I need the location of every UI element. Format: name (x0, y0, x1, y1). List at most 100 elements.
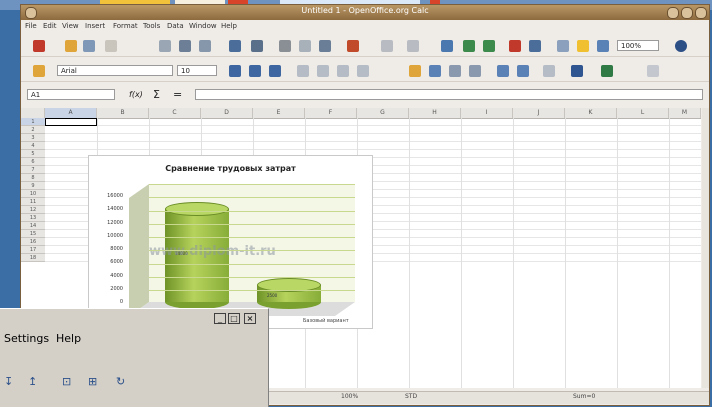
zoom-status[interactable]: 100% (341, 393, 358, 400)
gallery-icon[interactable] (597, 40, 609, 52)
vertical-scrollbar[interactable] (702, 108, 709, 388)
row-header[interactable]: 18 (21, 254, 45, 262)
format-paintbrush-icon[interactable] (347, 40, 359, 52)
select-icon[interactable]: ⊡ (62, 375, 80, 393)
row-header[interactable]: 9 (21, 182, 45, 190)
autospell-icon[interactable] (251, 40, 263, 52)
column-header[interactable]: E (253, 108, 305, 118)
show-draw-functions-icon[interactable] (529, 40, 541, 52)
align-center-icon[interactable] (317, 65, 329, 77)
column-header[interactable]: C (149, 108, 201, 118)
close-icon[interactable] (695, 7, 707, 19)
menu-help[interactable]: Help (56, 332, 81, 345)
standard-format-icon[interactable] (449, 65, 461, 77)
cut-icon[interactable] (279, 40, 291, 52)
maximize-button[interactable]: □ (228, 313, 240, 324)
row-header[interactable]: 13 (21, 214, 45, 222)
row-header[interactable]: 15 (21, 230, 45, 238)
hyperlink-icon[interactable] (441, 40, 453, 52)
toolbar-options-icon[interactable] (647, 65, 659, 77)
row-header[interactable]: 16 (21, 238, 45, 246)
redo-icon[interactable] (407, 40, 419, 52)
row-header[interactable]: 6 (21, 158, 45, 166)
zoom-select[interactable]: 100% (617, 40, 659, 51)
row-header[interactable]: 11 (21, 198, 45, 206)
open-icon[interactable] (65, 40, 77, 52)
row-header[interactable]: 14 (21, 222, 45, 230)
row-header[interactable]: 12 (21, 206, 45, 214)
undo-icon[interactable] (381, 40, 393, 52)
row-header[interactable]: 17 (21, 246, 45, 254)
percent-format-icon[interactable] (429, 65, 441, 77)
select-all-corner[interactable] (21, 108, 45, 118)
menu-window[interactable]: Window (189, 22, 217, 30)
menu-data[interactable]: Data (167, 22, 184, 30)
bold-icon[interactable] (229, 65, 241, 77)
spellcheck-icon[interactable] (229, 40, 241, 52)
decimal-add-icon[interactable] (469, 65, 481, 77)
background-color-icon[interactable] (571, 65, 583, 77)
export-pdf-icon[interactable] (159, 40, 171, 52)
column-header[interactable]: G (357, 108, 409, 118)
column-header[interactable]: L (617, 108, 669, 118)
italic-icon[interactable] (249, 65, 261, 77)
column-header[interactable]: D (201, 108, 253, 118)
row-header[interactable]: 5 (21, 150, 45, 158)
align-left-icon[interactable] (297, 65, 309, 77)
row-header[interactable]: 7 (21, 166, 45, 174)
column-header[interactable]: M (669, 108, 701, 118)
help-icon[interactable] (675, 40, 687, 52)
menu-format[interactable]: Format (113, 22, 138, 30)
print-preview-icon[interactable] (199, 40, 211, 52)
find-replace-icon[interactable] (557, 40, 569, 52)
indent-decrease-icon[interactable] (497, 65, 509, 77)
paste-icon[interactable] (319, 40, 331, 52)
close-button[interactable]: × (244, 313, 256, 324)
selection-mode-status[interactable]: STD (405, 393, 417, 400)
name-box[interactable]: A1 (27, 89, 115, 100)
currency-format-icon[interactable] (409, 65, 421, 77)
insert-chart-icon[interactable] (509, 40, 521, 52)
font-size-field[interactable]: 10 (177, 65, 217, 76)
menu-view[interactable]: View (62, 22, 79, 30)
maximize-icon[interactable] (681, 7, 693, 19)
indent-increase-icon[interactable] (517, 65, 529, 77)
copy-icon[interactable] (299, 40, 311, 52)
menu-insert[interactable]: Insert (85, 22, 105, 30)
save-icon[interactable] (83, 40, 95, 52)
minimize-icon[interactable] (667, 7, 679, 19)
row-header[interactable]: 2 (21, 126, 45, 134)
title-bar[interactable]: Untitled 1 - OpenOffice.org Calc (21, 5, 709, 20)
minimize-button[interactable]: _ (214, 313, 226, 324)
font-color-icon[interactable] (601, 65, 613, 77)
formula-button[interactable]: = (173, 88, 182, 101)
sort-ascending-icon[interactable] (463, 40, 475, 52)
row-header[interactable]: 1 (21, 118, 45, 126)
sum-button[interactable]: Σ (153, 88, 160, 101)
sort-descending-icon[interactable] (483, 40, 495, 52)
borders-icon[interactable] (543, 65, 555, 77)
justify-icon[interactable] (357, 65, 369, 77)
row-header[interactable]: 8 (21, 174, 45, 182)
row-header[interactable]: 10 (21, 190, 45, 198)
underline-icon[interactable] (269, 65, 281, 77)
refresh-icon[interactable]: ↻ (116, 375, 134, 393)
menu-tools[interactable]: Tools (143, 22, 160, 30)
filter-icon[interactable]: ⊞ (88, 375, 106, 393)
chart-object[interactable]: Сравнение трудовых затрат 16000 14000 1200… (88, 155, 373, 329)
email-icon[interactable] (105, 40, 117, 52)
font-name-field[interactable]: Arial (57, 65, 173, 76)
column-header[interactable]: A (45, 108, 97, 118)
menu-file[interactable]: File (25, 22, 37, 30)
column-header[interactable]: I (461, 108, 513, 118)
styles-icon[interactable] (33, 65, 45, 77)
column-header[interactable]: F (305, 108, 357, 118)
active-cell-cursor[interactable] (45, 118, 97, 126)
column-header[interactable]: K (565, 108, 617, 118)
formula-input[interactable] (195, 89, 703, 100)
sort-asc-icon[interactable]: ↧ (4, 375, 22, 393)
align-right-icon[interactable] (337, 65, 349, 77)
column-header[interactable]: B (97, 108, 149, 118)
menu-settings[interactable]: Settings (4, 332, 49, 345)
column-header[interactable]: J (513, 108, 565, 118)
